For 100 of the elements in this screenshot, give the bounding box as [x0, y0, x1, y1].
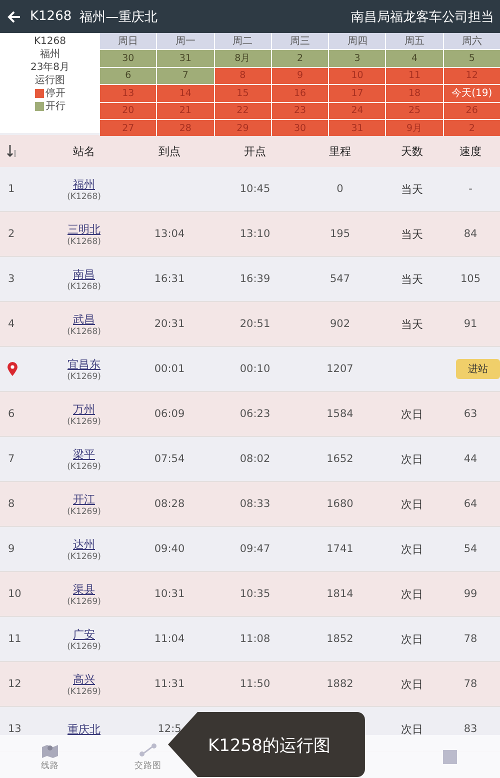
departure-time: 08:02	[240, 453, 270, 465]
calendar-day[interactable]: 4	[386, 50, 443, 67]
calendar-day[interactable]: 6	[100, 68, 156, 84]
station-link[interactable]: 三明北	[68, 222, 100, 236]
day-label: 当天	[401, 272, 423, 286]
calendar-day[interactable]: 27	[100, 120, 156, 136]
train-number: K1268	[30, 9, 72, 24]
calendar-day[interactable]: 25	[386, 102, 443, 119]
calendar-day[interactable]: 11	[386, 68, 443, 84]
weekday-header: 周五	[386, 33, 443, 50]
calendar-day[interactable]: 30	[100, 50, 156, 67]
mileage: 195	[330, 228, 350, 240]
day-label: 当天	[401, 226, 423, 242]
calendar-day[interactable]: 28	[157, 120, 214, 136]
speed: 63	[464, 408, 478, 420]
calendar-day[interactable]: 18	[386, 85, 443, 102]
legend-label: 停开	[46, 87, 66, 100]
row-number: 4	[7, 318, 15, 330]
calendar-day[interactable]: 7	[157, 68, 214, 84]
train-code: (K1269)	[67, 596, 101, 606]
station-link[interactable]: 梁平	[73, 446, 95, 462]
route-title: 福州—重庆北	[80, 8, 158, 26]
weekday-header: 周六	[444, 33, 500, 50]
operator-label: 南昌局福龙客车公司担当	[351, 8, 494, 26]
route-icon	[139, 742, 157, 758]
arrival-time: 11:04	[154, 633, 185, 645]
station-link[interactable]: 万州	[73, 402, 95, 416]
mileage: 1814	[326, 588, 354, 600]
calendar-day[interactable]: 9	[272, 68, 328, 84]
arrival-time: 13:04	[154, 228, 185, 240]
arrival-time: 16:31	[154, 273, 185, 285]
calendar-day[interactable]: 13	[100, 85, 156, 102]
speed: 44	[464, 453, 478, 465]
calendar-day[interactable]: 17	[329, 85, 386, 102]
column-header: 开点	[244, 144, 266, 158]
arrival-time: 08:28	[154, 498, 185, 510]
arrival-time: 12:5	[158, 723, 182, 735]
calendar-day[interactable]: 2	[444, 120, 500, 136]
day-label: 次日	[401, 406, 423, 422]
station-link[interactable]: 宜昌东	[68, 356, 100, 372]
departure-time: 10:35	[240, 588, 270, 600]
calendar-day[interactable]: 16	[272, 85, 328, 102]
row-number: 8	[7, 498, 15, 510]
train-code: (K1269)	[67, 686, 101, 696]
calendar-day[interactable]: 12	[444, 68, 500, 84]
train-code: (K1269)	[67, 372, 101, 382]
mileage: 1741	[326, 543, 354, 555]
calendar-day[interactable]: 23	[272, 102, 328, 119]
calendar-day[interactable]: 5	[444, 50, 500, 67]
calendar-day[interactable]: 20	[100, 102, 156, 119]
weekday-header: 周二	[214, 33, 271, 50]
day-label: 次日	[401, 542, 423, 556]
row-number: 12	[7, 678, 22, 690]
calendar-day[interactable]: 21	[157, 102, 214, 119]
calendar-day[interactable]: 9月	[386, 120, 443, 136]
board-icon	[441, 748, 459, 764]
calendar-day[interactable]: 今天(19)	[444, 85, 500, 102]
station-link[interactable]: 福州	[73, 176, 95, 192]
calendar-day[interactable]: 15	[214, 85, 271, 102]
nav-label[interactable]: 交路图	[134, 760, 162, 772]
column-header: 速度	[460, 144, 482, 158]
station-link[interactable]: 重庆北	[68, 722, 100, 736]
calendar-day[interactable]: 2	[272, 50, 328, 67]
calendar-day[interactable]: 8月	[214, 50, 271, 67]
station-link[interactable]: 达州	[73, 536, 95, 552]
calendar-day[interactable]: 29	[214, 120, 271, 136]
column-header: 天数	[401, 144, 423, 158]
back-arrow-icon[interactable]	[6, 8, 22, 24]
nav-label[interactable]: 线路	[41, 760, 59, 772]
mileage: 1652	[326, 453, 354, 465]
row-number: 7	[7, 453, 15, 465]
station-link[interactable]: 开江	[73, 492, 95, 506]
speed: 91	[464, 318, 478, 330]
calendar-day[interactable]: 24	[329, 102, 386, 119]
calendar-day[interactable]: 10	[329, 68, 386, 84]
calendar-day[interactable]: 3	[329, 50, 386, 67]
location-pin-icon	[7, 362, 18, 376]
calendar-day[interactable]: 26	[444, 102, 500, 119]
station-link[interactable]: 武昌	[73, 312, 95, 326]
station-link[interactable]: 广安	[73, 626, 95, 642]
weekday-header: 周三	[272, 33, 328, 50]
speed: 78	[464, 678, 478, 690]
station-link[interactable]: 高兴	[73, 672, 95, 686]
train-code: (K1269)	[67, 552, 101, 562]
station-link[interactable]: 南昌	[73, 266, 95, 282]
speed: 105	[460, 273, 481, 285]
train-code: (K1269)	[67, 642, 101, 652]
day-label: 当天	[401, 316, 423, 332]
calendar-day[interactable]: 8	[214, 68, 271, 84]
calendar-day[interactable]: 30	[272, 120, 328, 136]
column-header: 站名	[73, 144, 95, 158]
day-label: 次日	[401, 722, 423, 736]
calendar-day[interactable]: 14	[157, 85, 214, 102]
calendar-day[interactable]: 31	[329, 120, 386, 136]
arrival-time: 06:09	[154, 408, 185, 420]
calendar-day[interactable]: 22	[214, 102, 271, 119]
calendar-day[interactable]: 31	[157, 50, 214, 67]
row-number: 10	[7, 588, 22, 600]
station-link[interactable]: 渠县	[73, 582, 95, 596]
calendar-info-text: 23年8月	[30, 61, 70, 74]
